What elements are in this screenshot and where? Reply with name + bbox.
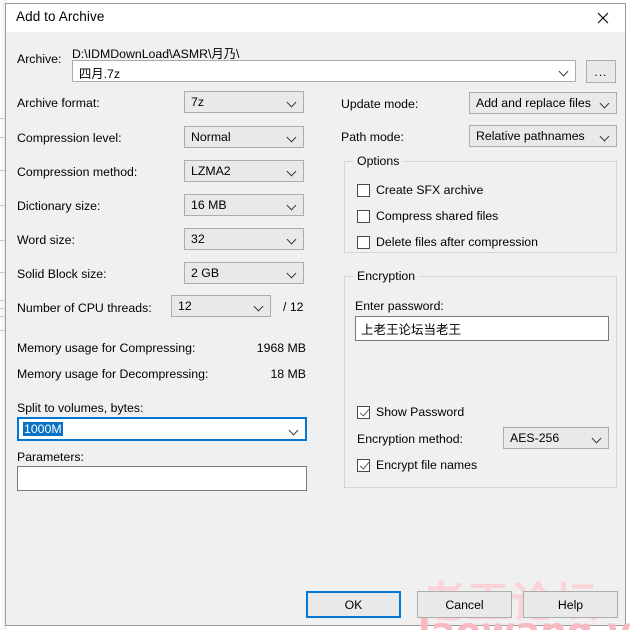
cpu-threads-total: / 12 xyxy=(283,300,304,314)
chevron-down-icon xyxy=(601,133,610,142)
memory-compressing-value: 1968 MB xyxy=(256,341,306,355)
options-group-title: Options xyxy=(353,154,404,168)
archive-format-label: Archive format: xyxy=(17,96,100,110)
checkbox-show-password[interactable]: Show Password xyxy=(357,405,464,419)
chevron-down-icon xyxy=(288,236,297,245)
solid-block-size-label: Solid Block size: xyxy=(17,267,107,281)
archive-name-value: 四月.7z xyxy=(79,67,120,81)
compression-level-value: Normal xyxy=(191,130,231,144)
chevron-down-icon xyxy=(560,68,569,77)
window-title: Add to Archive xyxy=(16,9,105,24)
chevron-down-icon xyxy=(288,202,297,211)
archive-label: Archive: xyxy=(17,52,62,66)
word-size-value: 32 xyxy=(191,232,205,246)
cancel-button[interactable]: Cancel xyxy=(417,591,512,618)
encryption-method-combobox[interactable]: AES-256 xyxy=(503,427,609,449)
memory-decompressing-value: 18 MB xyxy=(270,367,306,381)
path-mode-label: Path mode: xyxy=(341,130,404,144)
path-mode-combobox[interactable]: Relative pathnames xyxy=(469,125,617,147)
help-button[interactable]: Help xyxy=(523,591,618,618)
checkbox-compress-shared-files[interactable]: Compress shared files xyxy=(357,209,498,223)
archive-name-combobox[interactable]: 四月.7z xyxy=(72,60,576,82)
split-volumes-value: 1000M xyxy=(23,422,63,436)
chevron-down-icon xyxy=(601,100,610,109)
memory-decompressing-label: Memory usage for Decompressing: xyxy=(17,367,209,381)
chevron-down-icon xyxy=(288,134,297,143)
password-value: 上老王论坛当老王 xyxy=(361,323,462,337)
checkbox-box xyxy=(357,183,370,197)
compression-level-combobox[interactable]: Normal xyxy=(184,126,304,148)
solid-block-size-combobox[interactable]: 2 GB xyxy=(184,262,304,284)
enter-password-label: Enter password: xyxy=(355,299,444,313)
compression-method-value: LZMA2 xyxy=(191,164,231,178)
chevron-down-icon xyxy=(288,99,297,108)
encryption-method-label: Encryption method: xyxy=(357,432,463,446)
checkbox-create-sfx-archive[interactable]: Create SFX archive xyxy=(357,183,483,197)
parameters-input[interactable] xyxy=(17,466,307,491)
parameters-label: Parameters: xyxy=(17,450,84,464)
compression-method-combobox[interactable]: LZMA2 xyxy=(184,160,304,182)
checkbox-label: Show Password xyxy=(376,405,465,419)
chevron-down-icon xyxy=(288,270,297,279)
update-mode-value: Add and replace files xyxy=(476,96,591,110)
checkbox-box xyxy=(357,405,370,419)
split-volumes-label: Split to volumes, bytes: xyxy=(17,401,144,415)
encryption-group-title: Encryption xyxy=(353,269,420,283)
compression-method-label: Compression method: xyxy=(17,165,138,179)
checkbox-encrypt-file-names[interactable]: Encrypt file names xyxy=(357,458,477,472)
add-to-archive-dialog: Add to Archive Archive: D:\IDMDownLoad\A… xyxy=(5,3,630,630)
checkbox-label: Encrypt file names xyxy=(376,458,478,472)
split-volumes-combobox[interactable]: 1000M xyxy=(17,417,307,441)
word-size-label: Word size: xyxy=(17,233,75,247)
dictionary-size-value: 16 MB xyxy=(191,198,227,212)
checkbox-label: Compress shared files xyxy=(376,209,499,223)
memory-compressing-label: Memory usage for Compressing: xyxy=(17,341,196,355)
checkbox-label: Create SFX archive xyxy=(376,183,484,197)
dictionary-size-label: Dictionary size: xyxy=(17,199,101,213)
screen: Add to Archive Archive: D:\IDMDownLoad\A… xyxy=(0,0,630,630)
update-mode-combobox[interactable]: Add and replace files xyxy=(469,92,617,114)
dialog-client-area: Archive: D:\IDMDownLoad\ASMR\月乃\ 四月.7z .… xyxy=(6,32,630,630)
title-bar: Add to Archive xyxy=(6,4,625,32)
chevron-down-icon xyxy=(290,427,299,436)
word-size-combobox[interactable]: 32 xyxy=(184,228,304,250)
archive-format-value: 7z xyxy=(191,95,204,109)
solid-block-size-value: 2 GB xyxy=(191,266,220,280)
browse-button[interactable]: ... xyxy=(586,60,616,83)
ok-button[interactable]: OK xyxy=(306,591,401,618)
checkbox-box xyxy=(357,458,370,472)
compression-level-label: Compression level: xyxy=(17,131,122,145)
checkbox-box xyxy=(357,235,370,249)
path-mode-value: Relative pathnames xyxy=(476,129,585,143)
update-mode-label: Update mode: xyxy=(341,97,419,111)
checkbox-delete-files-after-compression[interactable]: Delete files after compression xyxy=(357,235,538,249)
cpu-threads-label: Number of CPU threads: xyxy=(17,301,152,315)
cpu-threads-value: 12 xyxy=(178,299,192,313)
chevron-down-icon xyxy=(288,168,297,177)
checkbox-box xyxy=(357,209,370,223)
chevron-down-icon xyxy=(593,435,602,444)
close-icon[interactable] xyxy=(580,4,625,32)
dictionary-size-combobox[interactable]: 16 MB xyxy=(184,194,304,216)
cpu-threads-combobox[interactable]: 12 xyxy=(171,295,271,317)
password-input[interactable]: 上老王论坛当老王 xyxy=(355,316,609,341)
archive-format-combobox[interactable]: 7z xyxy=(184,91,304,113)
checkbox-label: Delete files after compression xyxy=(376,235,538,249)
encryption-method-value: AES-256 xyxy=(510,431,560,445)
chevron-down-icon xyxy=(255,303,264,312)
